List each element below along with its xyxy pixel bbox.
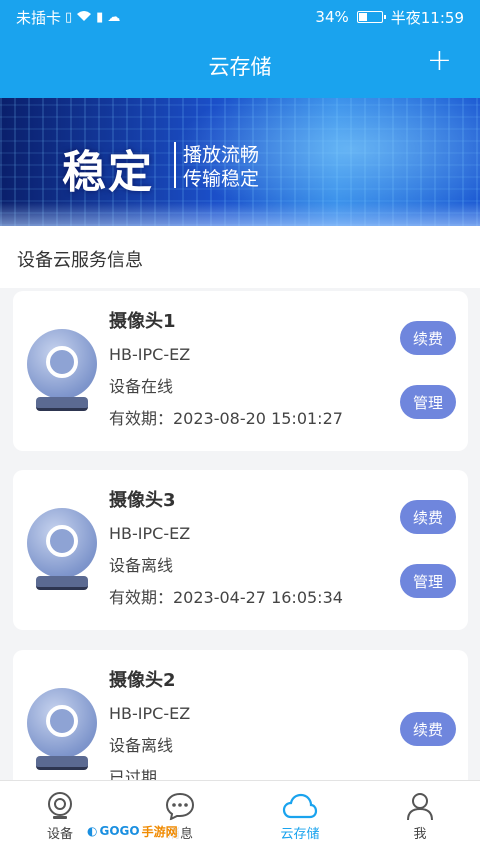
banner-divider [174,142,176,188]
device-status: 设备在线 [109,377,174,396]
nav-item-messages[interactable]: 消息 [120,781,240,853]
renew-button[interactable]: 续费 [400,321,456,355]
nav-item-devices[interactable]: 设备 [0,781,120,853]
top-bar: 未插卡 ▯ ▮ ☁ 34% 半夜11:59 云存储 + [0,0,480,98]
carrier-text: 未插卡 [16,8,62,27]
nav-item-me[interactable]: 我 [360,781,480,853]
sim-icon: ▯ [65,9,73,25]
nav-item-cloud[interactable]: 云存储 [240,781,360,853]
nav-label: 设备 [46,827,73,842]
device-card[interactable]: 摄像头3 HB-IPC-EZ 设备离线 有效期：2023-04-27 16:05… [13,470,468,630]
chat-icon [164,789,196,823]
device-name: 摄像头2 [109,670,176,691]
add-button[interactable]: + [427,46,452,76]
device-status: 设备离线 [109,556,174,575]
device-model: HB-IPC-EZ [109,524,191,543]
banner-line-2: 传输稳定 [183,168,260,190]
manage-button[interactable]: 管理 [400,385,456,419]
status-bar: 未插卡 ▯ ▮ ☁ 34% 半夜11:59 [0,0,480,34]
watermark-logo: ◐ GOGO 手游网 [84,820,181,842]
app-header: 云存储 + [0,34,480,98]
cloud-icon [282,789,318,823]
notification-icon: ▮ [96,9,104,25]
cloud-status-icon: ☁ [107,9,121,25]
wifi-icon [76,10,92,25]
device-model: HB-IPC-EZ [109,345,191,364]
promo-banner[interactable]: 稳定 播放流畅 传输稳定 [0,98,480,226]
clock-text: 半夜11:59 [390,8,464,27]
bottom-nav: 设备 消息 云存储 我 [0,780,480,853]
banner-line-1: 播放流畅 [183,144,260,166]
page-title: 云存储 [208,55,272,79]
renew-button[interactable]: 续费 [400,500,456,534]
watermark-mark-icon: ◐ [87,824,98,838]
camera-device-icon [27,508,97,592]
device-card[interactable]: 摄像头1 HB-IPC-EZ 设备在线 有效期：2023-08-20 15:01… [13,291,468,451]
device-model: HB-IPC-EZ [109,704,191,723]
camera-icon [45,789,75,823]
device-expiry: 有效期：2023-04-27 16:05:34 [109,588,343,607]
camera-device-icon [27,688,97,772]
device-name: 摄像头3 [109,490,176,511]
battery-text: 34% [315,8,349,26]
person-icon [405,789,435,823]
camera-device-icon [27,329,97,413]
banner-headline: 稳定 [62,147,154,198]
banner-bottom-band [0,202,480,226]
device-name: 摄像头1 [109,311,176,332]
section-title: 设备云服务信息 [0,226,480,288]
renew-button[interactable]: 续费 [400,712,456,746]
manage-button[interactable]: 管理 [400,564,456,598]
device-status: 设备离线 [109,736,174,755]
device-expiry: 有效期：2023-08-20 15:01:27 [109,409,343,428]
nav-label: 云存储 [280,827,320,842]
battery-icon [356,11,386,23]
nav-label: 我 [413,827,427,842]
